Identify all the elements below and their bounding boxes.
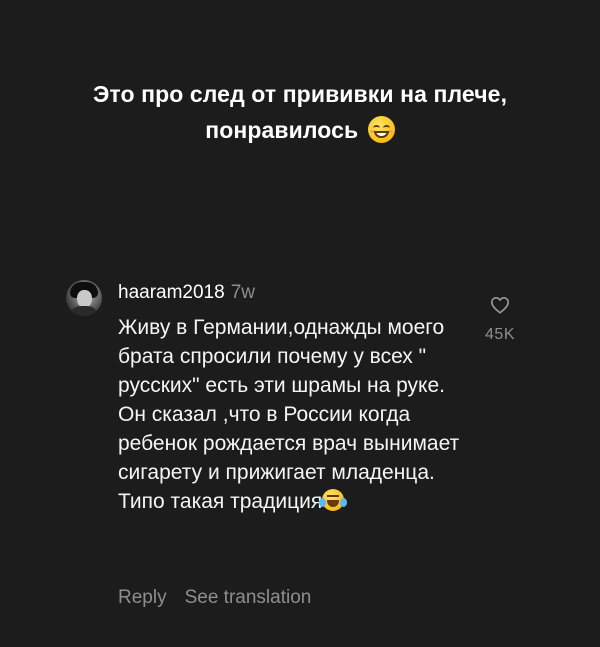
comment-username[interactable]: haaram2018 (118, 282, 225, 303)
grinning-face-emoji-icon (367, 116, 395, 143)
comment-text: Живу в Германии,однажды моего брата спро… (118, 313, 478, 516)
caption-line-2-text: понравилось (205, 117, 359, 143)
comment-text-body: Живу в Германии,однажды моего брата спро… (118, 316, 460, 513)
heart-outline-icon[interactable] (490, 296, 510, 314)
reply-button[interactable]: Reply (118, 587, 167, 608)
face-with-tears-of-joy-icon (319, 489, 348, 511)
comment-timestamp: 7w (230, 282, 255, 303)
avatar[interactable] (66, 280, 102, 316)
see-translation-button[interactable]: See translation (185, 587, 312, 608)
like-block: 45K (478, 296, 522, 344)
caption-line-2: понравилось (0, 112, 600, 148)
story-caption: Это про след от прививки на плече, понра… (0, 76, 600, 148)
caption-line-1: Это про след от прививки на плече, (92, 81, 508, 107)
comment-header: haaram2018 7w (118, 281, 255, 305)
like-count: 45K (485, 326, 515, 343)
comment-actions: Reply See translation (118, 586, 329, 610)
